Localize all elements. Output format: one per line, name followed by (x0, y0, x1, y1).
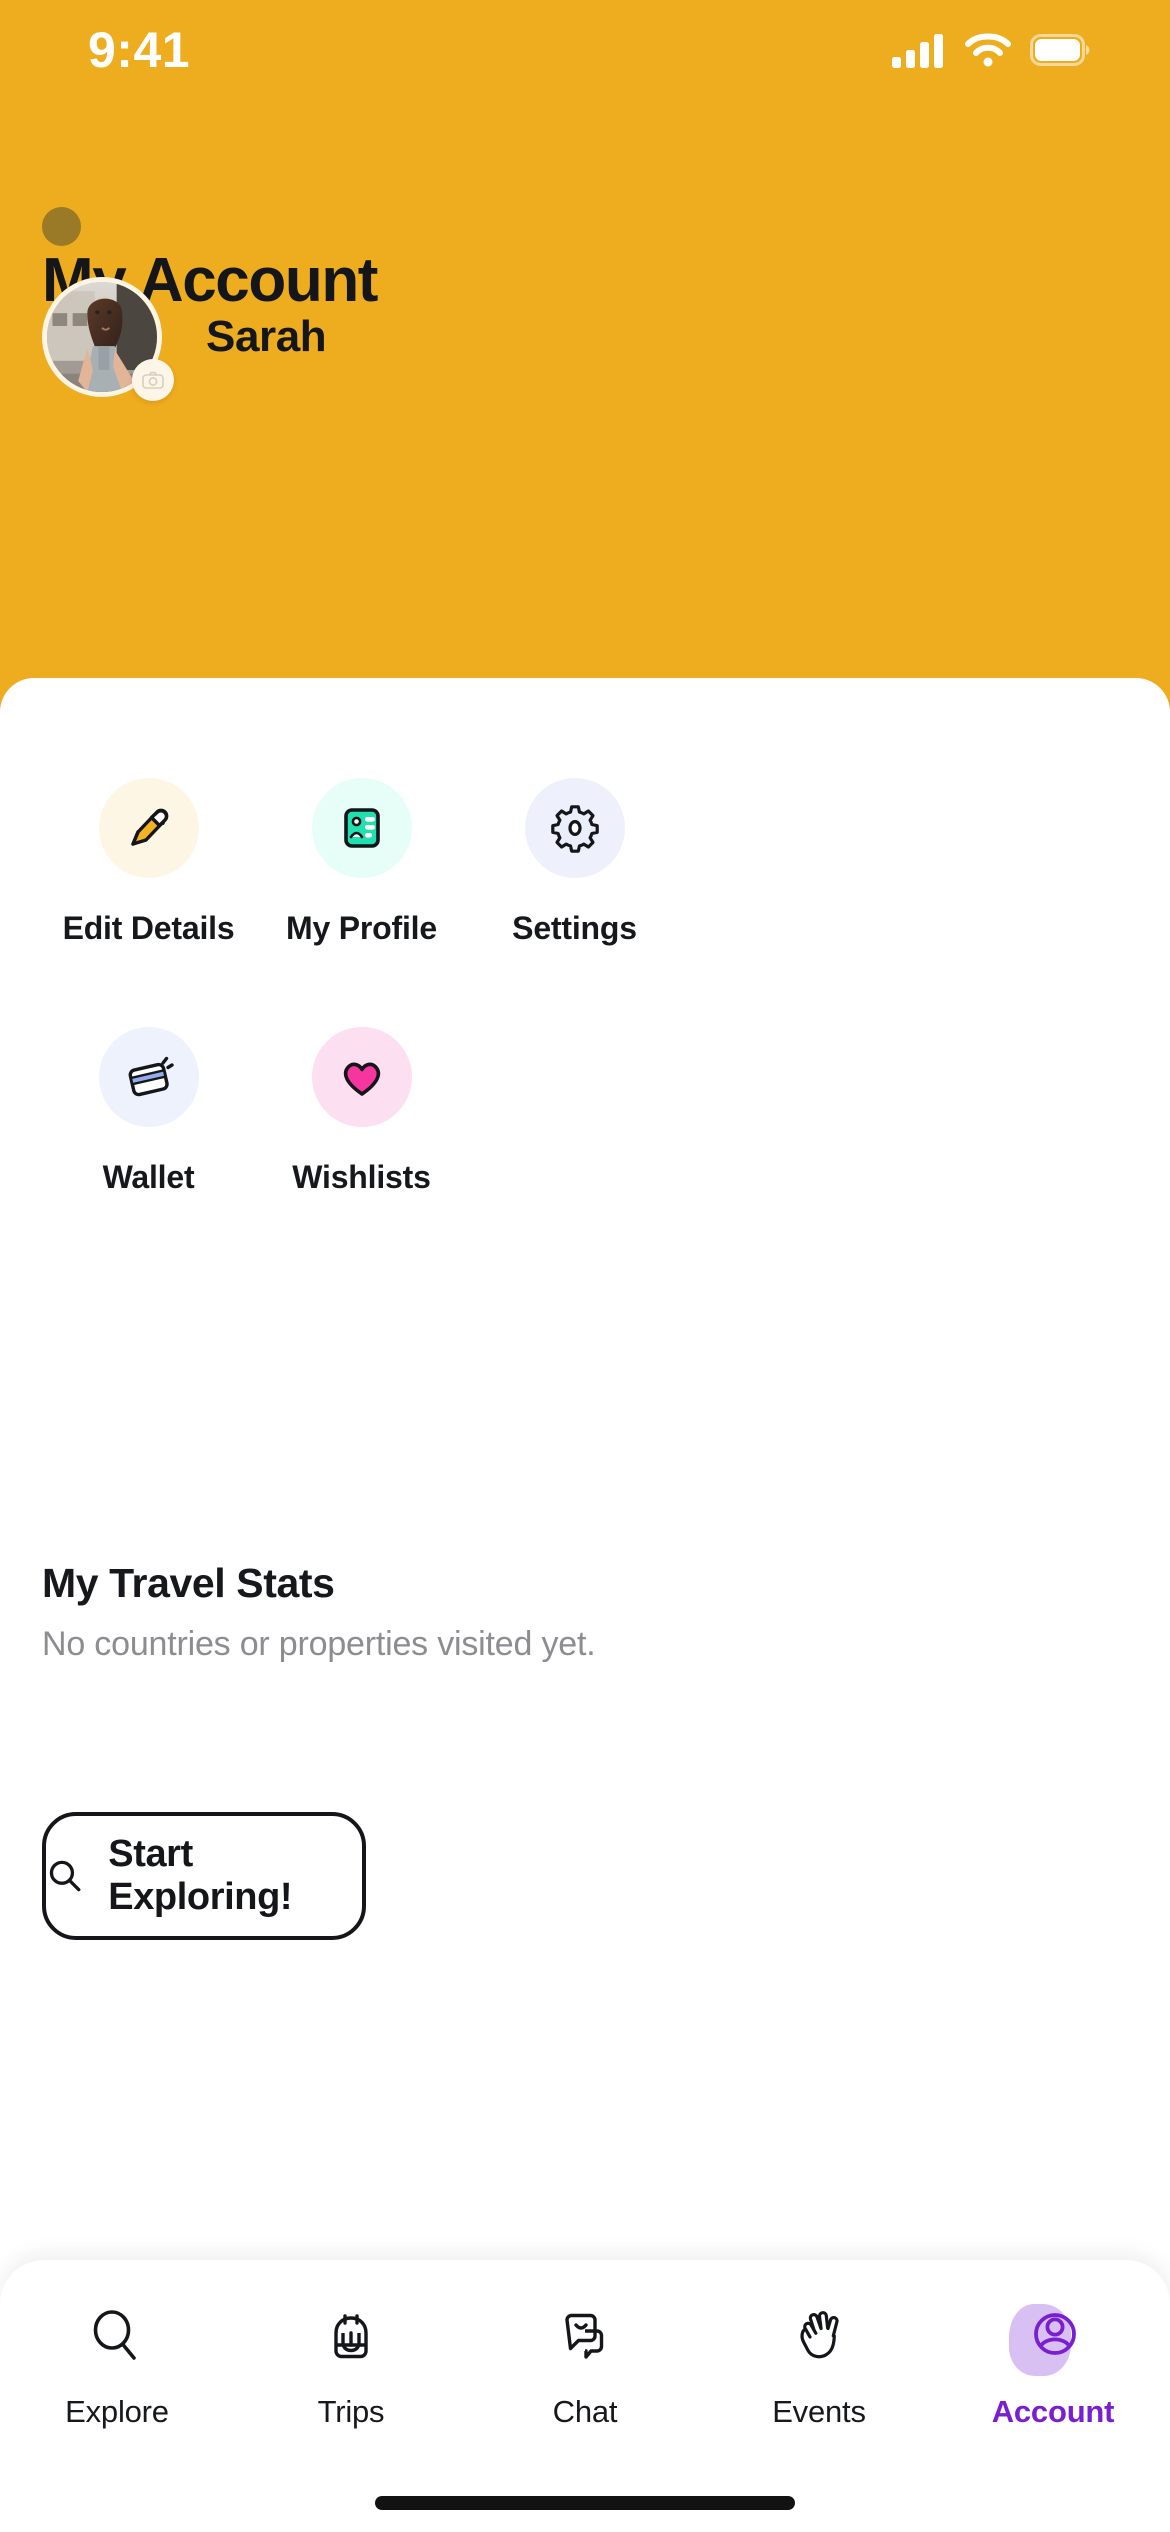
chat-bubbles-icon (565, 2313, 604, 2359)
backpack-icon (334, 2314, 368, 2359)
tab-icon-events (777, 2294, 861, 2378)
bottom-tab-bar: Explore Trips Chat Events Account (0, 2260, 1170, 2532)
travel-stats-title: My Travel Stats (42, 1560, 335, 1606)
action-edit-details[interactable]: Edit Details (42, 778, 255, 947)
content-sheet: Edit Details My Profile Settings Wallet … (0, 678, 1170, 2532)
pencil-icon (130, 808, 168, 846)
id-card-icon (343, 808, 380, 848)
camera-icon (142, 371, 164, 389)
home-indicator (375, 2496, 795, 2510)
quick-actions-row-1: Edit Details My Profile Settings (42, 778, 1128, 947)
action-my-profile[interactable]: My Profile (255, 778, 468, 947)
action-label-wishlists: Wishlists (292, 1159, 431, 1195)
account-header: My Account Sarah (0, 0, 1170, 700)
tab-icon-explore (75, 2294, 159, 2378)
tab-icon-trips (309, 2294, 393, 2378)
action-empty-slot (468, 1027, 681, 1196)
action-label-my-profile: My Profile (286, 910, 437, 946)
action-icon-bg-settings (524, 778, 625, 878)
app-screen: 9:41 My Account Sarah Edit Details My Pr… (0, 0, 1170, 2532)
tab-label-account: Account (991, 2394, 1115, 2429)
action-icon-bg-edit-details (98, 778, 199, 878)
quick-actions-grid: Edit Details My Profile Settings Wallet … (42, 778, 1128, 1196)
search-icon (49, 1860, 81, 1892)
waving-hand-icon (800, 2311, 839, 2359)
tab-label-trips: Trips (317, 2394, 385, 2429)
travel-stats-section: My Travel Stats No countries or properti… (42, 1560, 1042, 1664)
start-exploring-label: Start Exploring! (108, 1833, 293, 1918)
action-wallet[interactable]: Wallet (42, 1027, 255, 1196)
camera-badge-icon[interactable] (132, 359, 174, 401)
wallet-card-icon (128, 1056, 174, 1097)
tab-label-events: Events (772, 2394, 866, 2429)
action-label-edit-details: Edit Details (62, 910, 235, 946)
action-label-wallet: Wallet (102, 1159, 195, 1195)
heart-icon (343, 1062, 380, 1096)
tab-label-explore: Explore (65, 2394, 169, 2429)
gear-icon (550, 805, 599, 854)
tab-label-chat: Chat (552, 2394, 618, 2429)
tab-explore[interactable]: Explore (0, 2294, 234, 2430)
action-icon-bg-my-profile (311, 778, 412, 878)
tab-icon-chat (543, 2294, 627, 2378)
avatar-wrap[interactable] (42, 277, 174, 401)
tab-chat[interactable]: Chat (468, 2294, 702, 2430)
search-icon (93, 2310, 136, 2360)
travel-stats-subtitle: No countries or properties visited yet. (42, 1625, 596, 1663)
start-exploring-button[interactable]: Start Exploring! (42, 1812, 366, 1940)
user-row[interactable]: Sarah (42, 277, 327, 401)
action-icon-bg-wishlists (311, 1027, 412, 1127)
tab-account[interactable]: Account (936, 2294, 1170, 2430)
tab-icon-account (1009, 2294, 1095, 2378)
user-name: Sarah (206, 312, 327, 361)
quick-actions-row-2: Wallet Wishlists (42, 1027, 1128, 1196)
person-circle-icon (1034, 2313, 1076, 2355)
action-wishlists[interactable]: Wishlists (255, 1027, 468, 1196)
tab-events[interactable]: Events (702, 2294, 936, 2430)
tab-trips[interactable]: Trips (234, 2294, 468, 2430)
action-settings[interactable]: Settings (468, 778, 681, 947)
action-icon-bg-wallet (98, 1027, 199, 1127)
action-label-settings: Settings (512, 910, 637, 946)
tab-list: Explore Trips Chat Events Account (0, 2294, 1170, 2430)
